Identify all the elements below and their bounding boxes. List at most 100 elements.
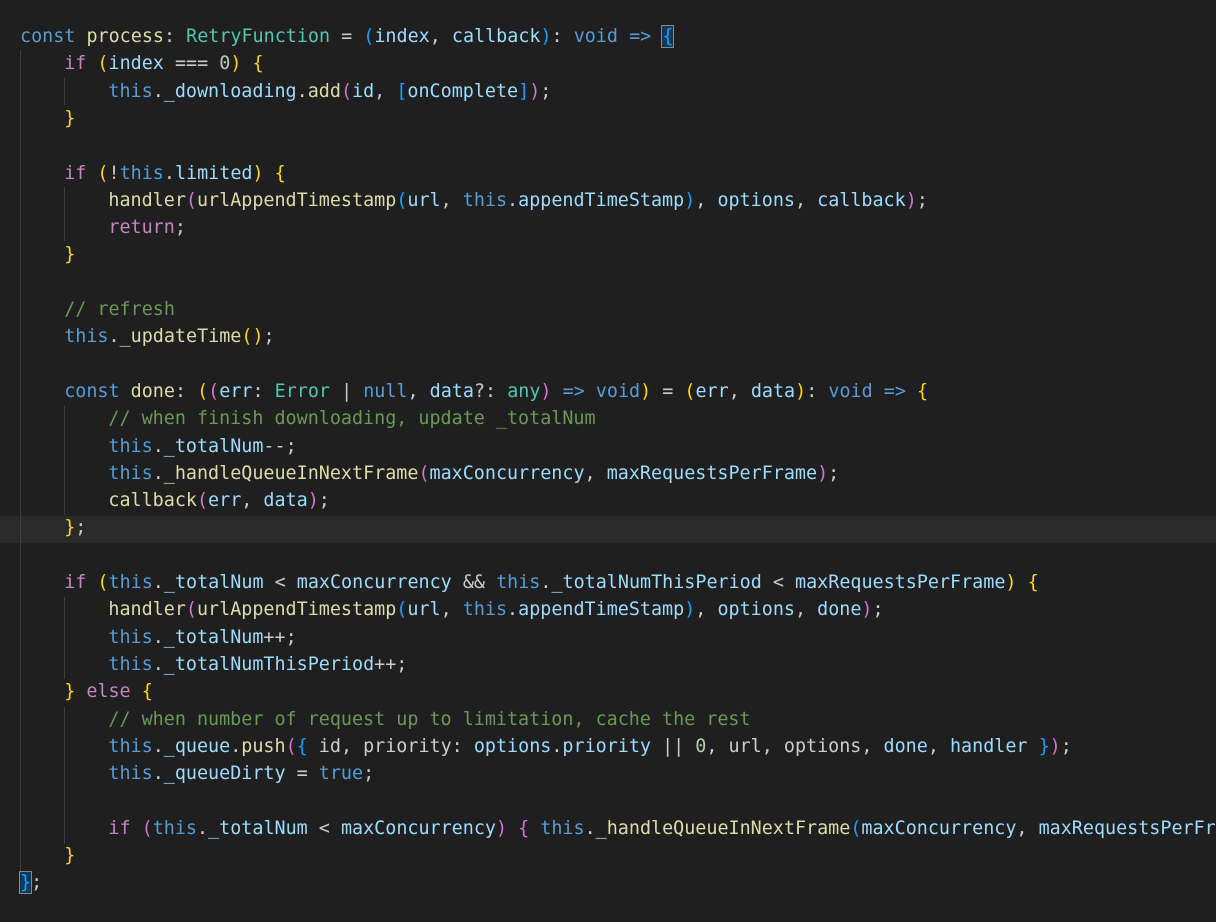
code-token: ?: (473, 380, 508, 402)
code-token: callback (108, 490, 197, 512)
code-token: this (108, 653, 153, 675)
code-token: . (551, 735, 563, 757)
code-token: ; (31, 872, 43, 894)
code-token: onComplete (407, 80, 519, 102)
code-token: ] (518, 80, 530, 102)
code-token: . (584, 817, 596, 839)
code-token: urlAppendTimestamp (196, 599, 397, 621)
code-token: ( (97, 572, 109, 593)
code-token: this (108, 462, 153, 484)
code-token: const (64, 380, 120, 402)
code-token: _totalNumThisPeriod (163, 653, 375, 675)
code-token: maxConcurrency (296, 572, 452, 593)
code-token: // when number of request up to limitati… (108, 708, 751, 730)
code-line: if (index === 0) { (64, 50, 263, 77)
code-token: ) (817, 462, 829, 484)
indent-guide (64, 187, 65, 241)
code-token: < (307, 817, 341, 839)
code-token: options (717, 189, 795, 211)
code-token: options (717, 599, 795, 621)
code-token: this (64, 326, 109, 348)
code-token: _queue (163, 735, 231, 757)
code-token: = (330, 26, 364, 47)
code-editor[interactable]: const process: RetryFunction = (index, c… (0, 0, 1216, 922)
code-token: . (152, 80, 164, 102)
code-token: done (883, 735, 928, 757)
code-token: if (108, 817, 131, 839)
code-token: . (152, 735, 164, 757)
code-token: , (374, 80, 397, 102)
code-token: ) (1049, 735, 1061, 757)
code-token: < (761, 572, 796, 593)
indent-guide (20, 50, 21, 873)
code-token: index (108, 53, 164, 75)
code-line: } (64, 241, 75, 268)
code-token: ; (363, 763, 375, 785)
code-token: appendTimeStamp (518, 599, 685, 621)
code-token: ; (263, 326, 275, 348)
code-token: --; (263, 435, 297, 457)
code-token: appendTimeStamp (518, 189, 685, 211)
code-token: ; (1060, 735, 1072, 757)
code-token: } (64, 244, 76, 266)
code-token: , (927, 735, 950, 757)
code-token: data (750, 380, 796, 402)
code-token: data (263, 490, 308, 512)
code-token: ; (916, 189, 928, 211)
code-token: , (407, 380, 430, 402)
code-token: this (108, 435, 153, 457)
code-token: { (252, 53, 264, 75)
code-line: // refresh (64, 296, 175, 323)
code-line: if (!this.limited) { (64, 160, 286, 187)
code-token: this (108, 572, 153, 593)
code-token: . (197, 817, 209, 839)
code-line: handler(urlAppendTimestamp(url, this.app… (108, 187, 927, 214)
code-token: priority (562, 735, 651, 757)
code-token: limited (174, 162, 253, 184)
code-token: ( (285, 735, 297, 757)
code-token: Error (274, 380, 330, 402)
code-token: ( (97, 53, 109, 75)
code-line: handler(urlAppendTimestamp(url, this.app… (108, 596, 883, 623)
code-token: : (806, 380, 829, 402)
code-token: ) (529, 80, 541, 102)
code-token: RetryFunction (186, 26, 331, 47)
code-token: handler (108, 599, 186, 621)
code-token: ++; (263, 626, 297, 648)
code-line: this._downloading.add(id, [onComplete]); (108, 78, 551, 105)
code-token: { (661, 25, 675, 48)
code-token: void (595, 380, 641, 402)
code-token: done (130, 380, 175, 402)
code-token: _queueDirty (163, 763, 286, 785)
code-token: ( (208, 380, 220, 402)
code-token: . (152, 653, 164, 675)
code-token: { (916, 380, 929, 402)
code-token: if (64, 53, 87, 75)
code-line: } else { (64, 678, 153, 705)
code-token: } (18, 871, 33, 895)
code-token: if (64, 572, 87, 593)
code-token: handler (949, 735, 1028, 757)
code-token: , (794, 599, 818, 621)
code-token: } (64, 107, 76, 129)
code-token: options (473, 735, 552, 757)
code-token: maxRequestsPerFrame (795, 572, 1006, 593)
code-line: // when finish downloading, update _tota… (108, 405, 595, 432)
code-token: ) (540, 380, 552, 402)
code-token: maxConcurrency (429, 462, 585, 484)
code-token: // refresh (64, 299, 175, 320)
code-token: ( (197, 380, 209, 402)
code-token: } (1038, 735, 1050, 757)
code-token: _handleQueueInNextFrame (163, 462, 419, 484)
code-token: ) (905, 189, 917, 211)
code-token: this (540, 817, 585, 839)
